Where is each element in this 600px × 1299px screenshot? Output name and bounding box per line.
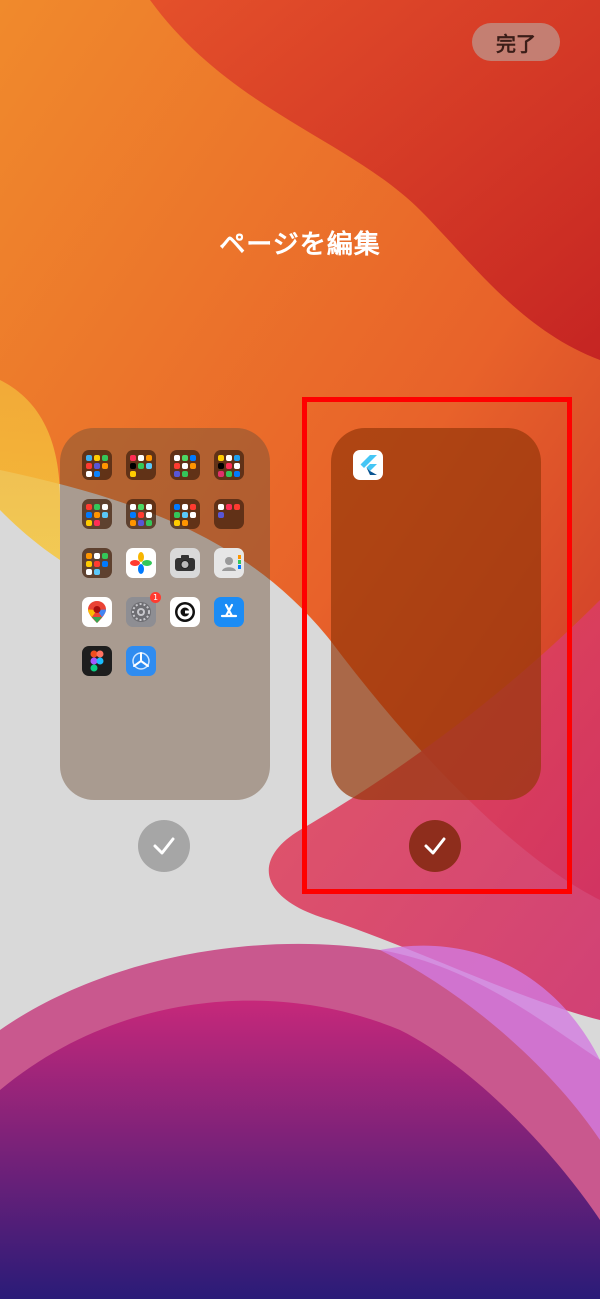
- gmail-like-icon: [170, 597, 200, 627]
- page-1-checkbox[interactable]: [138, 820, 190, 872]
- folder-icon: [170, 499, 200, 529]
- app-store-icon: [214, 597, 244, 627]
- app-grid-page-1: 1: [82, 450, 244, 676]
- settings-icon: 1: [126, 592, 161, 627]
- page-title: ページを編集: [219, 230, 381, 260]
- folder-icon: [126, 499, 156, 529]
- contacts-icon: [214, 548, 244, 578]
- folder-icon: [126, 450, 156, 480]
- folder-icon: [82, 548, 112, 578]
- folder-icon: [170, 450, 200, 480]
- page-thumbnail-1[interactable]: 1: [60, 428, 270, 800]
- folder-icon: [82, 450, 112, 480]
- figma-icon: [82, 646, 112, 676]
- highlight-box: [302, 397, 572, 894]
- checkmark-icon: [153, 837, 175, 855]
- camera-icon: [170, 548, 200, 578]
- done-button[interactable]: 完了: [472, 23, 560, 61]
- folder-icon: [82, 499, 112, 529]
- testflight-icon: [126, 646, 156, 676]
- folder-icon: [214, 450, 244, 480]
- google-maps-icon: [82, 597, 112, 627]
- notification-badge: 1: [150, 592, 161, 603]
- folder-icon: [214, 499, 244, 529]
- photos-icon: [126, 548, 156, 578]
